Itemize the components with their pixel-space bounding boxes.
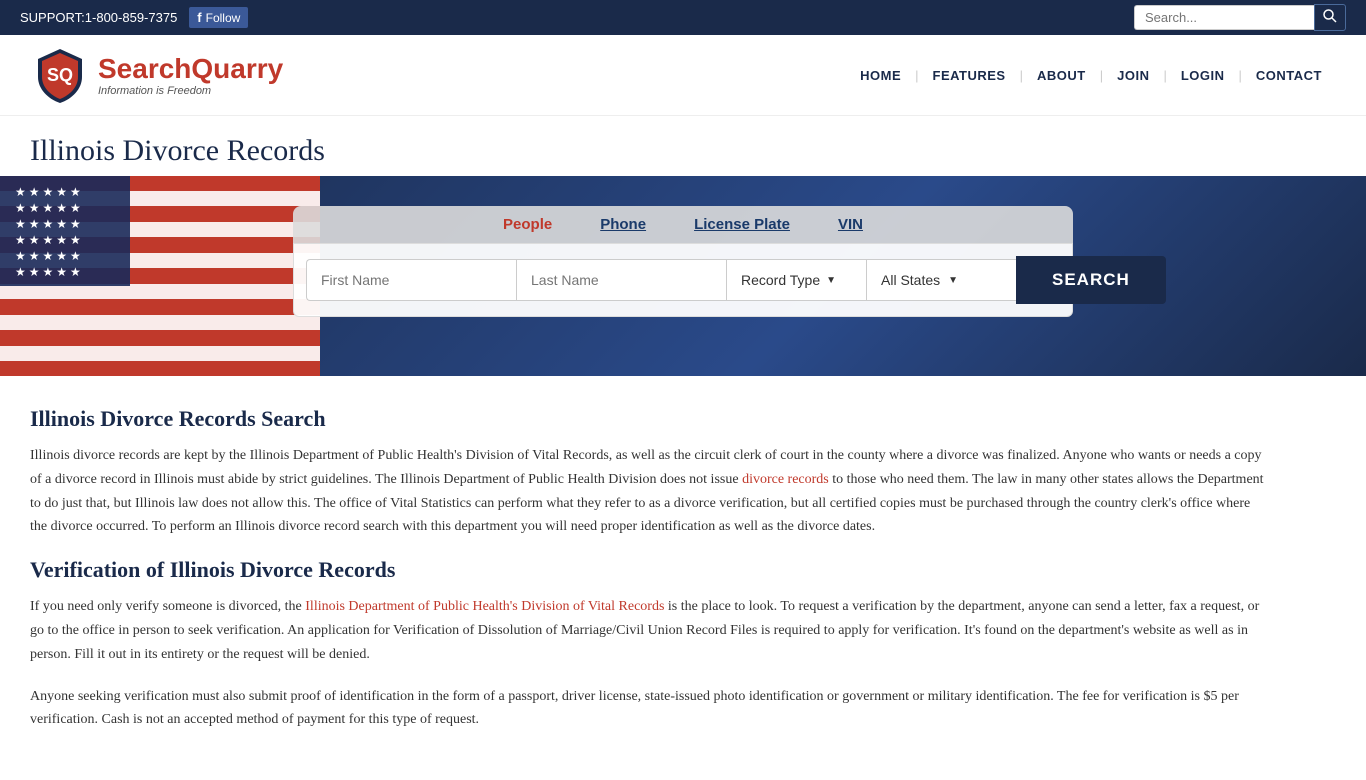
page-title: Illinois Divorce Records: [30, 134, 1336, 168]
top-bar-left: SUPPORT:1-800-859-7375 f Follow: [20, 7, 248, 28]
nav-login[interactable]: LOGIN: [1167, 68, 1239, 83]
search-form-row: Record Type ▼ All States ▼ SEARCH: [293, 243, 1073, 317]
fb-icon: f: [197, 10, 201, 25]
section2-title: Verification of Illinois Divorce Records: [30, 557, 1270, 583]
nav-join[interactable]: JOIN: [1103, 68, 1163, 83]
top-search-bar: [1134, 4, 1346, 31]
logo-shield-icon: SQ: [30, 45, 90, 105]
divorce-records-link[interactable]: divorce records: [742, 472, 829, 487]
tab-license-plate[interactable]: License Plate: [670, 206, 814, 243]
svg-text:★ ★ ★ ★ ★: ★ ★ ★ ★ ★: [15, 201, 81, 215]
svg-text:SQ: SQ: [47, 65, 73, 85]
tab-vin[interactable]: VIN: [814, 206, 887, 243]
svg-text:★ ★ ★ ★ ★: ★ ★ ★ ★ ★: [15, 265, 81, 279]
first-name-input[interactable]: [306, 259, 516, 301]
page-title-area: Illinois Divorce Records: [0, 116, 1366, 176]
record-type-label: Record Type: [741, 272, 820, 288]
fb-follow-button[interactable]: f Follow: [189, 7, 248, 28]
tab-people[interactable]: People: [479, 206, 576, 243]
logo-tagline: Information is Freedom: [98, 85, 283, 97]
state-label: All States: [881, 272, 940, 288]
state-dropdown[interactable]: All States ▼: [866, 259, 1016, 301]
top-search-input[interactable]: [1134, 5, 1314, 30]
logo-area: SQ SearchQuarry Information is Freedom: [30, 45, 283, 105]
support-text: SUPPORT:1-800-859-7375: [20, 10, 177, 25]
svg-text:★ ★ ★ ★ ★: ★ ★ ★ ★ ★: [15, 185, 81, 199]
search-container: People Phone License Plate VIN Record Ty…: [293, 206, 1073, 317]
flag-overlay: ★ ★ ★ ★ ★ ★ ★ ★ ★ ★ ★ ★ ★ ★ ★ ★ ★ ★ ★ ★ …: [0, 176, 320, 376]
nav-features[interactable]: FEATURES: [919, 68, 1020, 83]
fb-follow-label: Follow: [206, 11, 241, 25]
header: SQ SearchQuarry Information is Freedom H…: [0, 35, 1366, 116]
top-bar: SUPPORT:1-800-859-7375 f Follow: [0, 0, 1366, 35]
section1-paragraph: Illinois divorce records are kept by the…: [30, 444, 1270, 539]
nav-about[interactable]: ABOUT: [1023, 68, 1100, 83]
hero-banner: ★ ★ ★ ★ ★ ★ ★ ★ ★ ★ ★ ★ ★ ★ ★ ★ ★ ★ ★ ★ …: [0, 176, 1366, 376]
section1-title: Illinois Divorce Records Search: [30, 406, 1270, 432]
vital-records-link[interactable]: Illinois Department of Public Health's D…: [305, 599, 664, 614]
record-type-arrow-icon: ▼: [826, 275, 836, 286]
nav-home[interactable]: HOME: [846, 68, 915, 83]
svg-text:★ ★ ★ ★ ★: ★ ★ ★ ★ ★: [15, 249, 81, 263]
main-content: Illinois Divorce Records Search Illinois…: [0, 376, 1300, 780]
search-button[interactable]: SEARCH: [1016, 256, 1166, 304]
main-nav: HOME | FEATURES | ABOUT | JOIN | LOGIN |…: [846, 68, 1336, 83]
logo-text: SearchQuarry: [98, 53, 283, 85]
svg-text:★ ★ ★ ★ ★: ★ ★ ★ ★ ★: [15, 217, 81, 231]
nav-contact[interactable]: CONTACT: [1242, 68, 1336, 83]
top-search-button[interactable]: [1314, 4, 1346, 31]
section2-paragraph2: Anyone seeking verification must also su…: [30, 685, 1270, 733]
section2-paragraph1: If you need only verify someone is divor…: [30, 595, 1270, 666]
state-arrow-icon: ▼: [948, 275, 958, 286]
tab-phone[interactable]: Phone: [576, 206, 670, 243]
last-name-input[interactable]: [516, 259, 726, 301]
svg-text:★ ★ ★ ★ ★: ★ ★ ★ ★ ★: [15, 233, 81, 247]
search-tabs: People Phone License Plate VIN: [293, 206, 1073, 243]
flag-svg: ★ ★ ★ ★ ★ ★ ★ ★ ★ ★ ★ ★ ★ ★ ★ ★ ★ ★ ★ ★ …: [0, 176, 320, 376]
search-icon: [1323, 9, 1337, 23]
record-type-dropdown[interactable]: Record Type ▼: [726, 259, 866, 301]
